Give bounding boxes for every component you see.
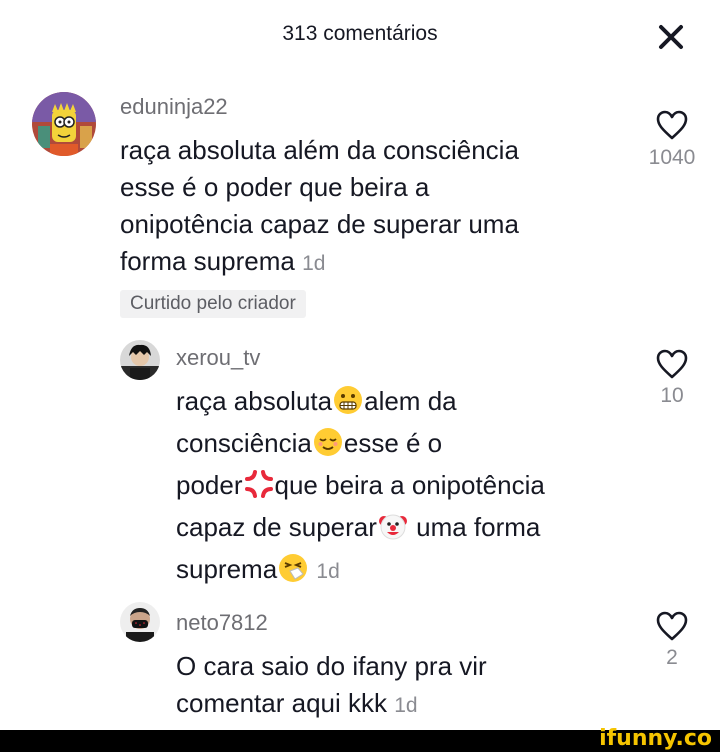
reply-text-segment: capaz de superar bbox=[176, 512, 377, 542]
reply-username[interactable]: neto7812 bbox=[176, 610, 268, 636]
reply-text-segment: consciência bbox=[176, 428, 312, 458]
like-heart-icon[interactable] bbox=[655, 109, 689, 141]
reply-text: O cara saio do ifany pra vir comentar aq… bbox=[176, 648, 487, 724]
comments-header: 313 comentários bbox=[0, 0, 720, 70]
close-icon[interactable] bbox=[656, 22, 686, 52]
clown-face-emoji bbox=[378, 511, 408, 541]
reply-text-segment: raça absoluta bbox=[176, 386, 333, 416]
reply-text-segment: poder bbox=[176, 470, 243, 500]
comment-text-line: onipotência capaz de superar uma bbox=[120, 209, 519, 239]
reply-time: 1d bbox=[394, 694, 418, 717]
watermark-bar: ifunny.co bbox=[0, 726, 720, 752]
ifunny-watermark: ifunny.co bbox=[599, 726, 712, 751]
grimacing-face-emoji bbox=[333, 385, 363, 415]
like-count: 10 bbox=[660, 384, 684, 407]
sneezing-face-emoji bbox=[278, 553, 308, 583]
reply-text-segment: uma forma bbox=[408, 512, 541, 542]
reply-text-segment: esse é o bbox=[343, 428, 443, 458]
reply-text-segment: que beira a onipotência bbox=[274, 470, 545, 500]
anger-symbol-emoji bbox=[244, 469, 274, 499]
liked-by-creator-badge: Curtido pelo criador bbox=[120, 290, 306, 318]
like-count: 2 bbox=[666, 646, 678, 669]
reply-text-segment: alem da bbox=[364, 386, 457, 416]
like-count: 1040 bbox=[648, 146, 696, 169]
avatar[interactable] bbox=[120, 602, 160, 642]
relieved-face-emoji bbox=[313, 427, 343, 457]
comments-count-title: 313 comentários bbox=[282, 22, 438, 45]
like-heart-icon[interactable] bbox=[655, 348, 689, 380]
comment-text: raça absoluta além da consciência esse é… bbox=[120, 132, 519, 282]
reply-username[interactable]: xerou_tv bbox=[176, 345, 260, 371]
comment-text-line: raça absoluta além da consciência bbox=[120, 135, 519, 165]
comment-text-line: esse é o poder que beira a bbox=[120, 172, 430, 202]
comment-text-line: forma suprema bbox=[120, 246, 295, 276]
reply-text-line: O cara saio do ifany pra vir bbox=[176, 651, 487, 681]
reply-time: 1d bbox=[316, 560, 340, 583]
reply-text: raça absoluta alem da consciência esse é o… bbox=[176, 380, 545, 593]
avatar[interactable] bbox=[120, 340, 160, 380]
like-heart-icon[interactable] bbox=[655, 610, 689, 642]
avatar[interactable] bbox=[32, 92, 96, 156]
reply-text-line: comentar aqui kkk bbox=[176, 688, 387, 718]
reply-text-segment: suprema bbox=[176, 554, 278, 584]
comment-time: 1d bbox=[302, 252, 326, 275]
comment-username[interactable]: eduninja22 bbox=[120, 94, 228, 120]
